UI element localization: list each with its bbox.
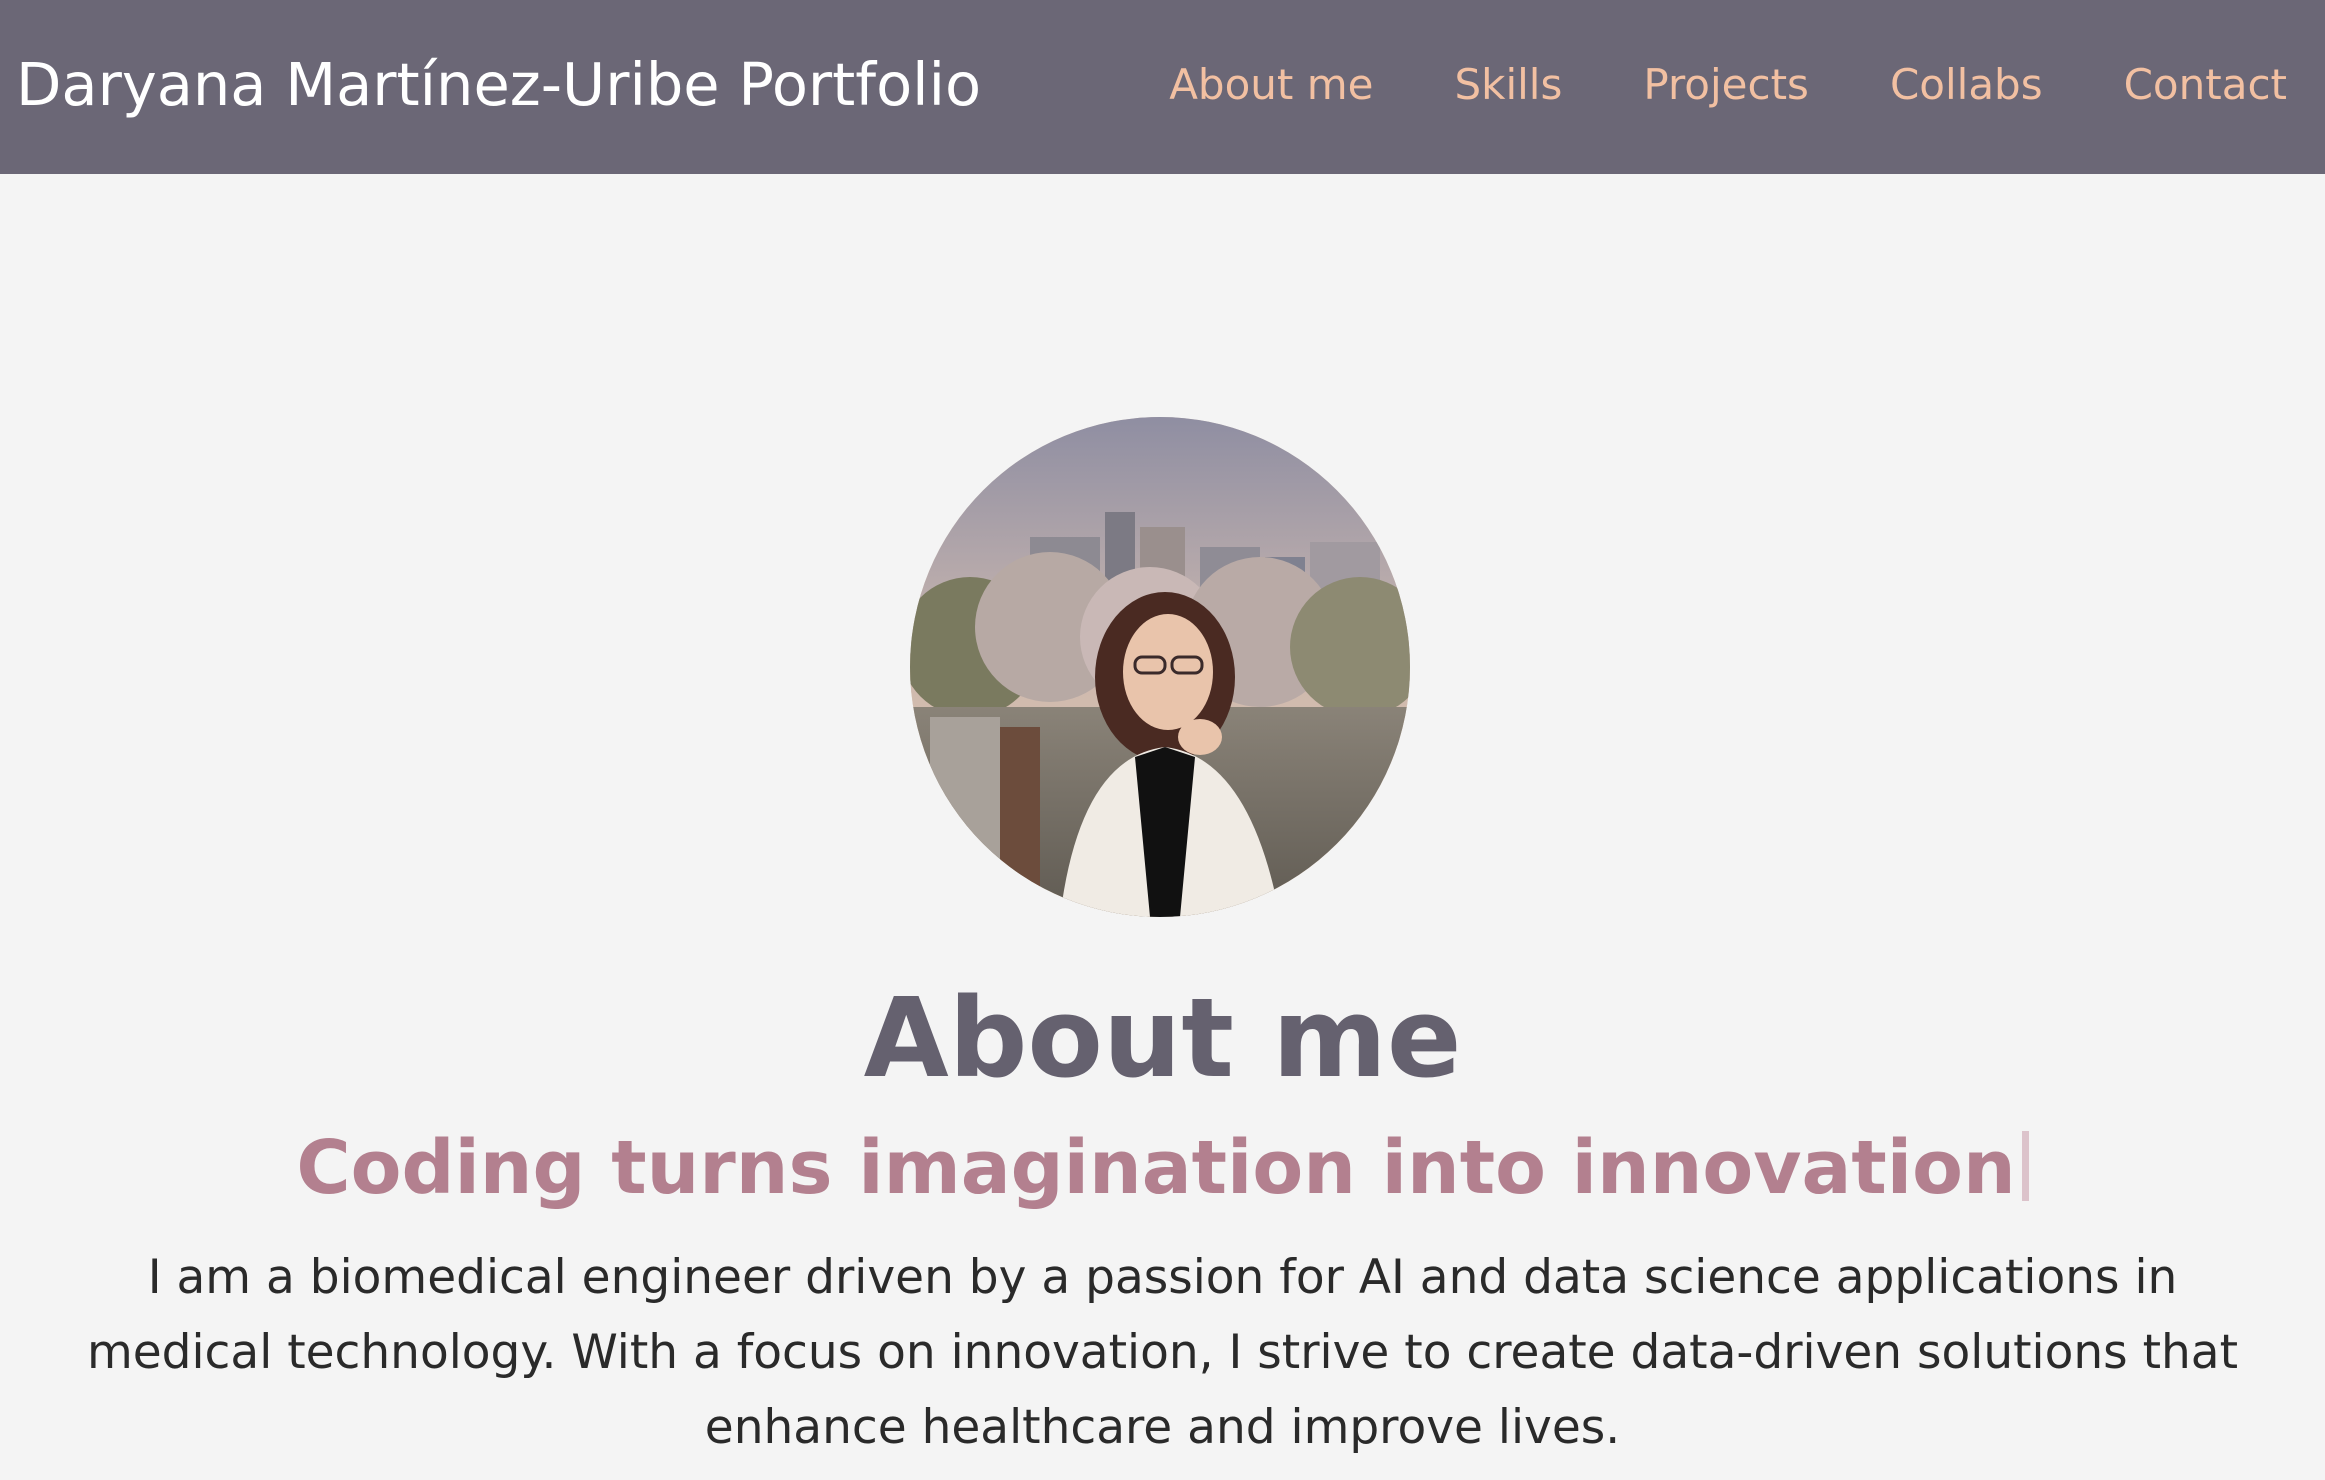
tagline-text: Coding turns imagination into innovation [296,1125,2016,1211]
typing-tagline: Coding turns imagination into innovation [0,1126,2325,1210]
nav-link-about-me[interactable]: About me [1169,60,1373,110]
profile-photo [910,417,1410,917]
about-heading: About me [863,974,1462,1102]
top-navbar: Daryana Martínez-Uribe Portfolio About m… [0,0,2325,174]
nav-link-projects[interactable]: Projects [1643,60,1809,110]
nav-link-collabs[interactable]: Collabs [1890,60,2043,110]
nav-link-contact[interactable]: Contact [2124,60,2287,110]
main-nav: About me Skills Projects Collabs Contact [1169,60,2287,110]
typing-cursor [2021,1131,2029,1201]
bio-paragraph: I am a biomedical engineer driven by a p… [86,1250,2239,1455]
about-section: About me Coding turns imagination into i… [0,174,2325,1480]
site-brand[interactable]: Daryana Martínez-Uribe Portfolio [16,50,981,120]
nav-link-skills[interactable]: Skills [1454,60,1562,110]
